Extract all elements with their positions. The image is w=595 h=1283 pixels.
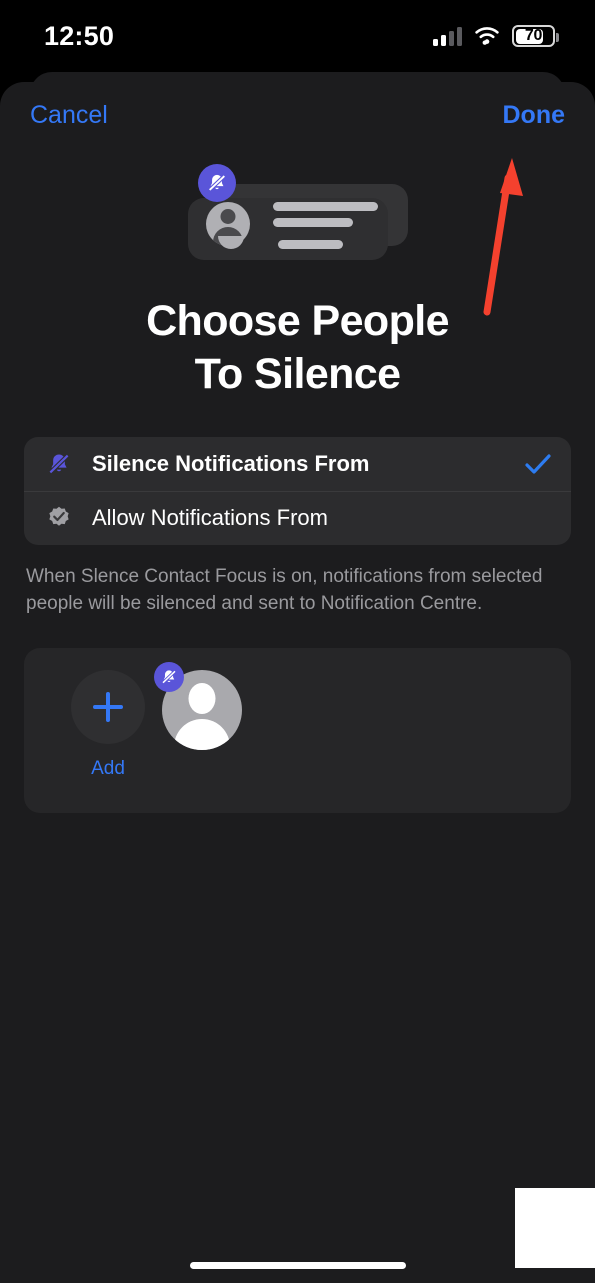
bell-slash-icon <box>197 164 236 202</box>
hero-text-line-icon <box>272 202 378 211</box>
option-label: Silence Notifications From <box>92 450 370 476</box>
hero-text-line-icon <box>277 240 343 249</box>
hero-illustration <box>178 164 418 269</box>
watermark-block <box>515 1188 595 1268</box>
bell-slash-icon <box>154 661 184 692</box>
bell-slash-icon <box>44 451 74 477</box>
section-footer-note: When Slence Contact Focus is on, notific… <box>26 565 543 615</box>
home-indicator <box>189 1262 406 1269</box>
people-selection-panel: Add <box>24 647 571 813</box>
status-bar: 12:50 70 <box>0 0 595 72</box>
status-bar-indicators: 70 <box>433 25 559 47</box>
checkmark-icon <box>525 453 551 475</box>
page-title-line-2: To Silence <box>194 349 401 398</box>
plus-icon[interactable] <box>71 669 145 744</box>
option-silence-notifications-from[interactable]: Silence Notifications From <box>24 437 571 491</box>
selected-contact-cell[interactable] <box>154 661 242 750</box>
hero-text-line-icon <box>272 218 353 227</box>
notification-mode-group: Silence Notifications From Allow Notific… <box>24 436 571 545</box>
done-button[interactable]: Done <box>503 101 566 130</box>
checkmark-seal-icon <box>44 505 74 531</box>
add-person-cell[interactable]: Add <box>60 669 156 780</box>
modal-sheet: Cancel Done Choose People To Silence Sil… <box>0 82 595 1283</box>
page-title: Choose People To Silence <box>0 295 595 401</box>
status-bar-time: 12:50 <box>44 20 115 51</box>
add-person-label: Add <box>91 757 125 779</box>
cancel-button[interactable]: Cancel <box>30 101 108 130</box>
battery-level-label: 70 <box>524 27 543 44</box>
phone-screen: 12:50 70 Cancel Done Choose People To Si… <box>0 0 595 1283</box>
battery-icon: 70 <box>512 25 559 47</box>
sheet-navigation-bar: Cancel Done <box>0 82 595 148</box>
cellular-signal-icon <box>433 26 462 46</box>
page-title-line-1: Choose People <box>146 297 449 345</box>
option-allow-notifications-from[interactable]: Allow Notifications From <box>24 490 571 545</box>
wifi-icon <box>474 26 500 46</box>
option-label: Allow Notifications From <box>92 505 328 531</box>
